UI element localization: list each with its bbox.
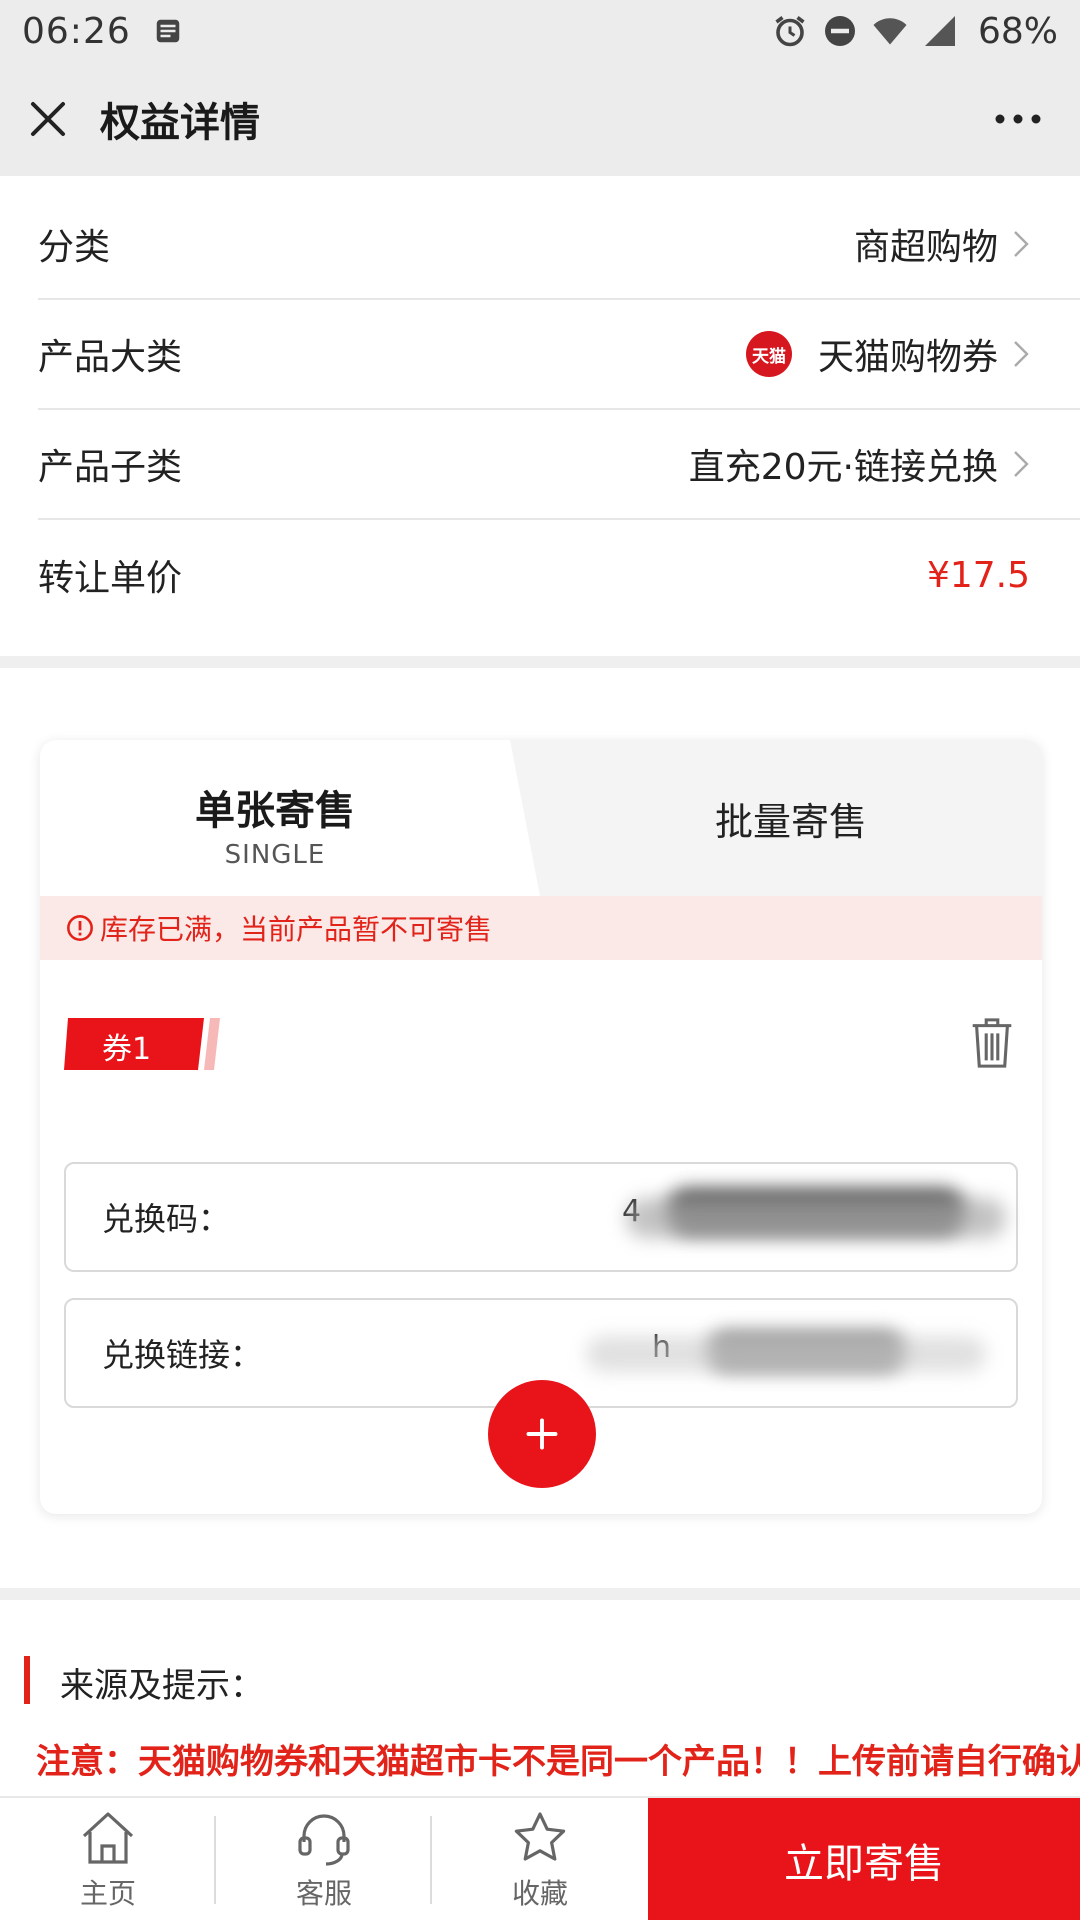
price-label: 转让单价 [38,558,183,599]
stock-warning-text: 库存已满，当前产品暂不可寄售 [100,913,493,946]
source-notes: 来源及提示： 注意：天猫购物券和天猫超市卡不是同一个产品！！上传前请自行确认 [0,1600,1080,1800]
service-tab[interactable]: 客服 [216,1798,432,1920]
consign-now-button[interactable]: 立即寄售 [648,1798,1080,1920]
subproduct-value-wrap: 直充20元·链接兑换 [689,438,1030,490]
subproduct-row[interactable]: 产品子类 直充20元·链接兑换 [38,410,1080,520]
favorite-label: 收藏 [511,1877,568,1910]
category-value-wrap: 商超购物 [854,218,1030,270]
chevron-right-icon [1014,451,1029,477]
star-icon [514,1812,566,1861]
page-title: 权益详情 [100,100,260,146]
plus-icon [526,1418,558,1450]
consign-card: 单张寄售 SINGLE 批量寄售 库存已满，当前产品暂不可寄售 券1 兑换码： … [40,740,1042,1514]
status-time: 06:26 [22,10,131,52]
consign-section: 单张寄售 SINGLE 批量寄售 库存已满，当前产品暂不可寄售 券1 兑换码： … [0,668,1080,1588]
product-value: 天猫购物券 [817,337,998,378]
bottom-bar: 主页 客服 收藏 立即寄售 [0,1796,1080,1920]
coupon-tag-label: 券1 [102,1032,152,1067]
tab-single-title: 单张寄售 [195,788,355,834]
battery-level: 68% [977,10,1058,52]
headset-icon [298,1814,350,1866]
signal-icon [924,16,955,46]
code-label: 兑换码： [102,1200,231,1238]
chevron-right-icon [1014,231,1029,257]
link-redaction-fade [586,1336,986,1372]
product-info: 分类 商超购物 产品大类 天猫 天猫购物券 产品子类 直充20元·链接兑换 转让… [0,176,1080,656]
code-field[interactable]: 兑换码： 4 [64,1162,1018,1272]
product-value-wrap: 天猫 天猫购物券 [745,328,1030,380]
consign-tabs: 单张寄售 SINGLE 批量寄售 [40,740,1042,896]
notes-accent-bar [24,1656,30,1704]
notes-warning: 注意：天猫购物券和天猫超市卡不是同一个产品！！上传前请自行确认 [36,1742,1080,1782]
stock-warning: 库存已满，当前产品暂不可寄售 [40,896,1042,960]
warning-icon [67,915,93,941]
tab-batch[interactable]: 批量寄售 [540,740,1042,896]
link-label: 兑换链接： [102,1336,263,1374]
category-value: 商超购物 [853,227,998,268]
nav-bar: 权益详情 [0,62,1080,176]
price-row: 转让单价 ¥17.5 [38,520,1080,630]
price-value: ¥17.5 [926,554,1030,596]
do-not-disturb-icon [824,16,855,46]
tab-single[interactable]: 单张寄售 SINGLE [40,740,540,896]
close-icon[interactable] [28,99,68,139]
tmall-logo: 天猫 [745,331,792,377]
more-icon[interactable] [994,109,1042,129]
coupon-tag: 券1 [64,1018,220,1070]
subproduct-value: 直充20元·链接兑换 [688,447,998,488]
notification-icon [156,19,179,43]
code-redaction-fade [626,1198,1006,1238]
subproduct-label: 产品子类 [38,447,183,488]
chevron-right-icon [1014,341,1029,367]
product-row[interactable]: 产品大类 天猫 天猫购物券 [38,300,1080,410]
category-row[interactable]: 分类 商超购物 [38,190,1080,300]
product-label: 产品大类 [38,337,183,378]
notes-heading: 来源及提示： [60,1666,264,1706]
home-icon [82,1812,134,1864]
home-tab[interactable]: 主页 [0,1798,216,1920]
trash-icon[interactable] [968,1016,1016,1070]
category-label: 分类 [38,227,111,268]
alarm-icon [775,16,805,47]
wifi-icon [873,18,907,45]
home-label: 主页 [79,1877,136,1910]
add-coupon-button[interactable] [488,1380,596,1488]
service-label: 客服 [295,1877,352,1910]
status-bar: 06:26 68% [0,0,1080,62]
favorite-tab[interactable]: 收藏 [432,1798,648,1920]
tab-single-subtitle: SINGLE [224,840,326,870]
